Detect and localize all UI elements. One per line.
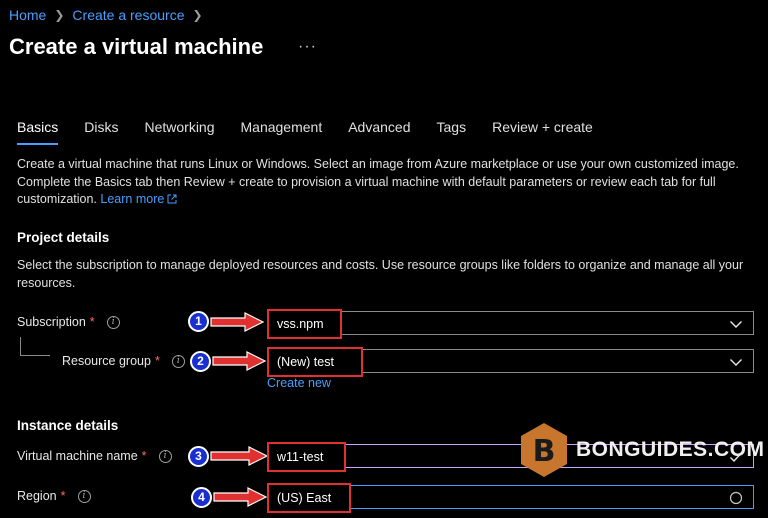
tab-disks[interactable]: Disks <box>84 119 118 145</box>
subscription-value: vss.npm <box>267 309 342 339</box>
required-mark: * <box>89 315 95 329</box>
annotation-arrow-icon <box>210 446 269 466</box>
resource-group-select[interactable]: (New) test <box>267 347 754 377</box>
vm-name-label: Virtual machine name * i <box>17 449 172 463</box>
tab-networking[interactable]: Networking <box>144 119 214 145</box>
required-mark: * <box>154 354 160 368</box>
annotation-arrow-icon <box>210 312 265 332</box>
resource-group-label-text: Resource group <box>62 354 151 368</box>
tab-management[interactable]: Management <box>241 119 323 145</box>
region-label-text: Region <box>17 489 57 503</box>
annotation-marker-1: 1 <box>188 311 209 332</box>
vm-name-label-text: Virtual machine name <box>17 449 138 463</box>
tab-tags[interactable]: Tags <box>437 119 467 145</box>
chevron-right-icon: ❯ <box>54 8 65 22</box>
region-label: Region * i <box>17 489 91 503</box>
tab-advanced[interactable]: Advanced <box>348 119 410 145</box>
tab-basics[interactable]: Basics <box>17 119 59 145</box>
info-icon[interactable]: i <box>77 489 91 503</box>
resource-group-label: Resource group * i <box>62 354 185 368</box>
project-details-heading: Project details <box>17 230 110 245</box>
learn-more-label: Learn more <box>100 192 165 206</box>
required-mark: * <box>60 489 66 503</box>
more-options-button[interactable]: ··· <box>298 38 317 56</box>
create-new-link[interactable]: Create new <box>267 376 331 390</box>
intro-text: Create a virtual machine that runs Linux… <box>17 156 747 209</box>
tab-bar: Basics Disks Networking Management Advan… <box>17 119 619 145</box>
info-icon[interactable]: i <box>106 315 120 329</box>
info-icon[interactable]: i <box>158 449 172 463</box>
subscription-label: Subscription * i <box>17 315 120 329</box>
info-icon[interactable]: i <box>171 354 185 368</box>
chevron-down-icon <box>730 321 742 328</box>
annotation-arrow-icon <box>213 487 268 507</box>
annotation-arrow-icon <box>212 351 267 371</box>
page-title: Create a virtual machine <box>9 34 264 59</box>
instance-details-heading: Instance details <box>17 418 119 433</box>
region-value: (US) East US <box>267 483 351 518</box>
svg-text:B: B <box>533 434 556 469</box>
bonguides-logo-icon: B <box>521 423 567 477</box>
annotation-marker-4: 4 <box>191 487 212 508</box>
region-select[interactable]: (US) East US <box>267 483 754 518</box>
tree-connector <box>20 337 50 356</box>
annotation-marker-3: 3 <box>188 446 209 467</box>
loading-spinner-icon <box>729 491 743 505</box>
resource-group-value: (New) test <box>267 347 363 377</box>
breadcrumb-home[interactable]: Home <box>9 7 46 23</box>
subscription-select[interactable]: vss.npm <box>267 309 754 339</box>
chevron-down-icon <box>730 359 742 366</box>
breadcrumb: Home ❯ Create a resource ❯ <box>9 7 211 23</box>
breadcrumb-create-resource[interactable]: Create a resource <box>72 7 184 23</box>
vm-name-value: w11-test <box>267 442 346 472</box>
project-details-description: Select the subscription to manage deploy… <box>17 258 744 290</box>
tab-review-create[interactable]: Review + create <box>492 119 593 145</box>
learn-more-link[interactable]: Learn more <box>100 192 177 206</box>
watermark-text: BONGUIDES.COM <box>576 438 765 461</box>
external-link-icon <box>167 194 177 204</box>
watermark: B BONGUIDES.COM <box>518 421 765 479</box>
required-mark: * <box>141 449 147 463</box>
chevron-right-icon: ❯ <box>192 8 203 22</box>
subscription-label-text: Subscription <box>17 315 86 329</box>
annotation-marker-2: 2 <box>190 351 211 372</box>
